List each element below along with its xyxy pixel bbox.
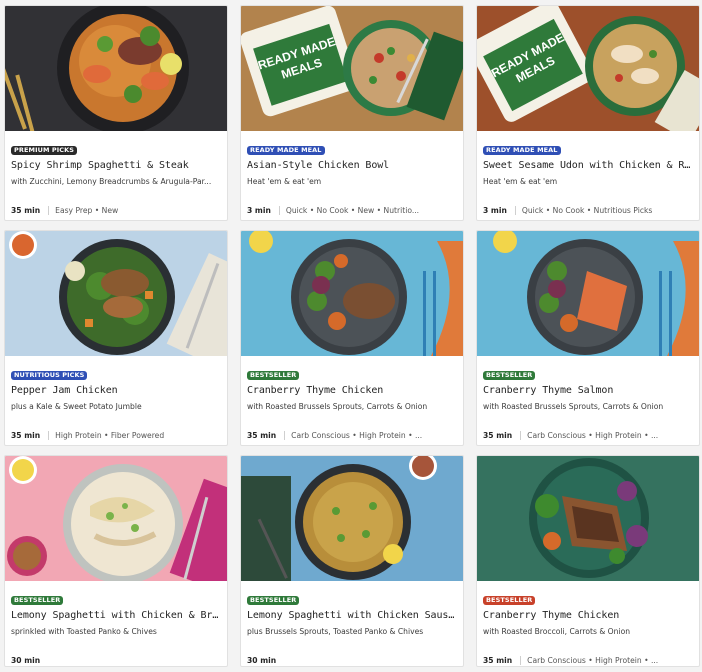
recipe-card[interactable]: NUTRITIOUS PICKS Pepper Jam Chicken plus…	[4, 230, 228, 446]
badge: READY MADE MEAL	[247, 146, 325, 155]
recipe-image: READY MADE MEALS	[241, 6, 463, 131]
recipe-title[interactable]: Cranberry Thyme Chicken	[483, 610, 693, 621]
recipe-subtitle: plus a Kale & Sweet Potato Jumble	[11, 402, 142, 411]
recipe-tags: High Protein • Fiber Powered	[55, 431, 165, 440]
recipe-tags: Easy Prep • New	[55, 206, 119, 215]
cook-time: 35 min	[11, 206, 41, 215]
recipe-tags: Carb Conscious • High Protein • ...	[527, 656, 659, 665]
recipe-meta: 35 min Carb Conscious • High Protein • .…	[247, 431, 457, 440]
recipe-title[interactable]: Lemony Spaghetti with Chicken & Bruss...	[11, 610, 221, 621]
badge: BESTSELLER	[247, 371, 300, 380]
recipe-tags: Carb Conscious • High Protein • ...	[291, 431, 423, 440]
recipe-subtitle: Heat 'em & eat 'em	[247, 177, 322, 186]
recipe-meta: 35 min Easy Prep • New	[11, 206, 221, 215]
recipe-meta: 35 min High Protein • Fiber Powered	[11, 431, 221, 440]
recipe-image	[241, 456, 463, 581]
divider	[520, 431, 522, 440]
recipe-image: READY MADE MEALS	[477, 6, 699, 131]
recipe-card[interactable]: READY MADE MEALS READY MADE MEAL Sweet S…	[476, 5, 700, 221]
recipe-image	[241, 231, 463, 356]
recipe-subtitle: with Roasted Broccoli, Carrots & Onion	[483, 627, 631, 636]
recipe-meta: 3 min Quick • No Cook • New • Nutritio..…	[247, 206, 457, 215]
divider	[48, 431, 50, 440]
recipe-subtitle: plus Brussels Sprouts, Toasted Panko & C…	[247, 627, 424, 636]
recipe-subtitle: with Zucchini, Lemony Breadcrumbs & Arug…	[11, 177, 212, 186]
recipe-card[interactable]: BESTSELLER Lemony Spaghetti with Chicken…	[4, 455, 228, 667]
recipe-grid: PREMIUM PICKS Spicy Shrimp Spaghetti & S…	[4, 5, 700, 667]
recipe-subtitle: sprinkled with Toasted Panko & Chives	[11, 627, 157, 636]
cook-time: 3 min	[483, 206, 507, 215]
recipe-subtitle: with Roasted Brussels Sprouts, Carrots &…	[483, 402, 664, 411]
recipe-meta: 3 min Quick • No Cook • Nutritious Picks	[483, 206, 693, 215]
cook-time: 3 min	[247, 206, 271, 215]
divider	[520, 656, 522, 665]
recipe-title[interactable]: Lemony Spaghetti with Chicken Sausage	[247, 610, 457, 621]
recipe-image	[5, 456, 227, 581]
badge: NUTRITIOUS PICKS	[11, 371, 88, 380]
divider	[48, 206, 50, 215]
recipe-title[interactable]: Sweet Sesame Udon with Chicken & Re...	[483, 160, 693, 171]
recipe-image	[5, 6, 227, 131]
cook-time: 35 min	[11, 431, 41, 440]
cook-time: 35 min	[483, 431, 513, 440]
recipe-card[interactable]: BESTSELLER Cranberry Thyme Salmon with R…	[476, 230, 700, 446]
recipe-subtitle: with Roasted Brussels Sprouts, Carrots &…	[247, 402, 428, 411]
recipe-image	[477, 231, 699, 356]
badge: BESTSELLER	[11, 596, 64, 605]
badge: BESTSELLER	[483, 596, 536, 605]
recipe-tags: Quick • No Cook • New • Nutritio...	[285, 206, 420, 215]
recipe-meta: 30 min	[247, 656, 457, 665]
recipe-title[interactable]: Cranberry Thyme Chicken	[247, 385, 457, 396]
cook-time: 35 min	[483, 656, 513, 665]
recipe-card[interactable]: READY MADE MEALS READY MADE MEAL Asian-S…	[240, 5, 464, 221]
recipe-card[interactable]: PREMIUM PICKS Spicy Shrimp Spaghetti & S…	[4, 5, 228, 221]
divider	[284, 431, 286, 440]
recipe-meta: 35 min Carb Conscious • High Protein • .…	[483, 431, 693, 440]
badge: BESTSELLER	[483, 371, 536, 380]
recipe-tags: Carb Conscious • High Protein • ...	[527, 431, 659, 440]
recipe-tags: Quick • No Cook • Nutritious Picks	[521, 206, 653, 215]
badge: BESTSELLER	[247, 596, 300, 605]
recipe-image	[477, 456, 699, 581]
divider	[514, 206, 516, 215]
recipe-title[interactable]: Cranberry Thyme Salmon	[483, 385, 693, 396]
recipe-title[interactable]: Pepper Jam Chicken	[11, 385, 221, 396]
badge: PREMIUM PICKS	[11, 146, 78, 155]
recipe-meta: 35 min Carb Conscious • High Protein • .…	[483, 656, 693, 665]
recipe-title[interactable]: Asian-Style Chicken Bowl	[247, 160, 457, 171]
cook-time: 30 min	[11, 656, 41, 665]
cook-time: 30 min	[247, 656, 277, 665]
recipe-title[interactable]: Spicy Shrimp Spaghetti & Steak	[11, 160, 221, 171]
badge: READY MADE MEAL	[483, 146, 561, 155]
recipe-card[interactable]: BESTSELLER Lemony Spaghetti with Chicken…	[240, 455, 464, 667]
recipe-subtitle: Heat 'em & eat 'em	[483, 177, 558, 186]
divider	[278, 206, 280, 215]
cook-time: 35 min	[247, 431, 277, 440]
recipe-meta: 30 min	[11, 656, 221, 665]
recipe-image	[5, 231, 227, 356]
recipe-card[interactable]: BESTSELLER Cranberry Thyme Chicken with …	[476, 455, 700, 667]
recipe-card[interactable]: BESTSELLER Cranberry Thyme Chicken with …	[240, 230, 464, 446]
